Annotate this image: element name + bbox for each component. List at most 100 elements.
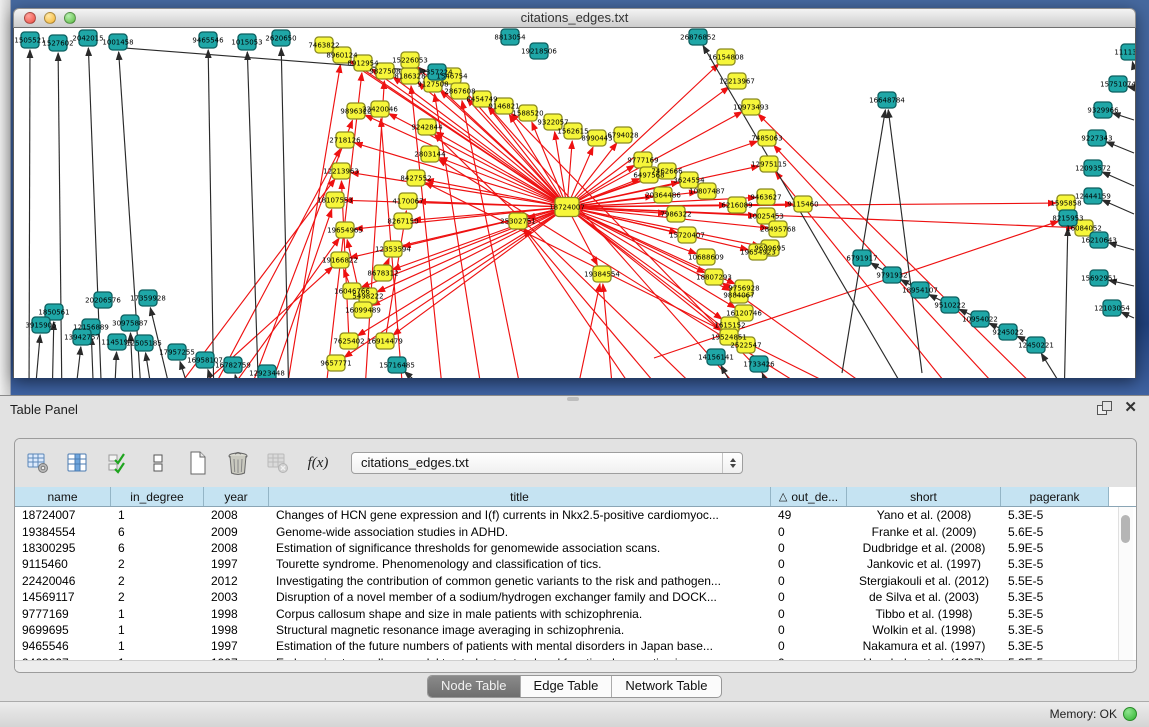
select-columns-icon[interactable]	[65, 450, 91, 476]
graph-edge[interactable]	[281, 48, 289, 378]
graph-canvas[interactable]: 1872400789601248912954982750881863281546…	[13, 28, 1136, 378]
table-row[interactable]: 911546021997Tourette syndrome. Phenomeno…	[15, 556, 1136, 572]
table-cell[interactable]: 2009	[204, 525, 269, 539]
table-cell[interactable]: 1997	[204, 639, 269, 653]
table-cell[interactable]: 2	[111, 574, 204, 588]
table-row[interactable]: 946554611997Estimation of the future num…	[15, 638, 1136, 654]
graph-edge[interactable]	[146, 353, 154, 378]
row-checks-icon[interactable]	[105, 450, 131, 476]
table-cell[interactable]: 1	[111, 508, 204, 522]
table-select-combo[interactable]: citations_edges.txt	[351, 452, 743, 474]
new-document-icon[interactable]	[185, 450, 211, 476]
table-cell[interactable]: 0	[771, 574, 847, 588]
graph-edge[interactable]	[204, 149, 340, 378]
graph-edge[interactable]	[1102, 172, 1134, 186]
table-cell[interactable]: 2003	[204, 590, 269, 604]
table-row[interactable]: 2242004622012Investigating the contribut…	[15, 573, 1136, 589]
column-header-pagerank[interactable]: pagerank	[1001, 487, 1109, 506]
graph-edge[interactable]	[774, 145, 1014, 378]
table-cell[interactable]: 5.3E-5	[1001, 508, 1109, 522]
graph-edge[interactable]	[721, 366, 744, 378]
table-settings-icon[interactable]	[25, 450, 51, 476]
table-cell[interactable]: Investigating the contribution of common…	[269, 574, 771, 588]
table-cell[interactable]: 14569117	[15, 590, 111, 604]
table-cell[interactable]: 9115460	[15, 557, 111, 571]
table-cell[interactable]: Estimation of the future numbers of pati…	[269, 639, 771, 653]
table-cell[interactable]: 1	[111, 607, 204, 621]
table-cell[interactable]: 2008	[204, 508, 269, 522]
scrollbar-thumb[interactable]	[1121, 515, 1130, 543]
network-window-titlebar[interactable]: citations_edges.txt	[13, 8, 1136, 28]
table-cell[interactable]: 1	[111, 623, 204, 637]
column-header-in_degree[interactable]: in_degree	[111, 487, 204, 506]
table-cell[interactable]: Genome-wide association studies in ADHD.	[269, 525, 771, 539]
table-cell[interactable]: 1997	[204, 557, 269, 571]
table-cell[interactable]: Stergiakouli et al. (2012)	[847, 574, 1001, 588]
table-cell[interactable]: Wolkin et al. (1998)	[847, 623, 1001, 637]
table-cell[interactable]: 9465546	[15, 639, 111, 653]
table-cell[interactable]: 0	[771, 607, 847, 621]
graph-edge[interactable]	[393, 207, 567, 335]
table-cell[interactable]: 18724007	[15, 508, 111, 522]
table-cell[interactable]: Corpus callosum shape and size in male p…	[269, 607, 771, 621]
table-cell[interactable]: 9777169	[15, 607, 111, 621]
splitter-grip[interactable]	[567, 397, 579, 401]
graph-edge[interactable]	[264, 209, 332, 378]
tab-network-table[interactable]: Network Table	[611, 676, 720, 697]
graph-edge[interactable]	[114, 352, 117, 378]
table-cell[interactable]: 5.6E-5	[1001, 525, 1109, 539]
row-height-icon[interactable]	[145, 450, 171, 476]
table-cell[interactable]: Tourette syndrome. Phenomenology and cla…	[269, 557, 771, 571]
graph-edge[interactable]	[524, 229, 644, 378]
close-window-icon[interactable]	[24, 12, 36, 24]
tab-edge-table[interactable]: Edge Table	[520, 676, 612, 697]
table-row[interactable]: 977716911998Corpus callosum shape and si…	[15, 605, 1136, 621]
table-cell[interactable]: 5.5E-5	[1001, 574, 1109, 588]
table-cell[interactable]: 9699695	[15, 623, 111, 637]
table-cell[interactable]: 2	[111, 557, 204, 571]
column-header-year[interactable]: year	[204, 487, 269, 506]
table-cell[interactable]: 0	[771, 541, 847, 555]
graph-edge[interactable]	[524, 229, 674, 378]
graph-edge[interactable]	[603, 284, 614, 378]
table-vertical-scrollbar[interactable]	[1118, 507, 1133, 669]
graph-edge[interactable]	[208, 50, 214, 378]
table-row[interactable]: 969969511998Structural magnetic resonanc…	[15, 622, 1136, 638]
graph-edge[interactable]	[1102, 200, 1134, 214]
graph-edge[interactable]	[405, 372, 444, 378]
table-cell[interactable]: 2	[111, 590, 204, 604]
table-cell[interactable]: 5.3E-5	[1001, 590, 1109, 604]
table-cell[interactable]: Jankovic et al. (1997)	[847, 557, 1001, 571]
table-cell[interactable]: Franke et al. (2009)	[847, 525, 1001, 539]
table-cell[interactable]: 5.3E-5	[1001, 557, 1109, 571]
table-row[interactable]: 1456911722003Disruption of a novel membe…	[15, 589, 1136, 605]
function-builder-icon[interactable]: f(x)	[305, 450, 331, 476]
table-cell[interactable]: 2008	[204, 541, 269, 555]
table-cell[interactable]: 1	[111, 639, 204, 653]
graph-edge[interactable]	[355, 143, 567, 207]
column-header-title[interactable]: title	[269, 487, 771, 506]
table-cell[interactable]: 5.9E-5	[1001, 541, 1109, 555]
column-header-short[interactable]: short	[847, 487, 1001, 506]
table-cell[interactable]: Nakamura et al. (1997)	[847, 639, 1001, 653]
graph-edge[interactable]	[842, 110, 885, 373]
trash-icon[interactable]	[225, 450, 251, 476]
table-cell[interactable]: Tibbo et al. (1998)	[847, 607, 1001, 621]
graph-edge[interactable]	[52, 322, 54, 378]
table-cell[interactable]: 1998	[204, 623, 269, 637]
table-cell[interactable]: 2012	[204, 574, 269, 588]
table-cell[interactable]: 0	[771, 590, 847, 604]
graph-edge[interactable]	[247, 52, 259, 378]
graph-edge[interactable]	[1132, 62, 1134, 68]
table-cell[interactable]: 0	[771, 557, 847, 571]
column-header-out_de[interactable]: △out_de...	[771, 487, 847, 506]
table-cell[interactable]: 5.3E-5	[1001, 623, 1109, 637]
table-cell[interactable]: 49	[771, 508, 847, 522]
table-row[interactable]: 1938455462009Genome-wide association stu…	[15, 523, 1136, 539]
table-row[interactable]: 1830029562008Estimation of significance …	[15, 540, 1136, 556]
table-cell[interactable]: 19384554	[15, 525, 111, 539]
table-cell[interactable]: Changes of HCN gene expression and I(f) …	[269, 508, 771, 522]
minimize-window-icon[interactable]	[44, 12, 56, 24]
graph-edge[interactable]	[1121, 312, 1134, 318]
table-cell[interactable]: Estimation of significance thresholds fo…	[269, 541, 771, 555]
